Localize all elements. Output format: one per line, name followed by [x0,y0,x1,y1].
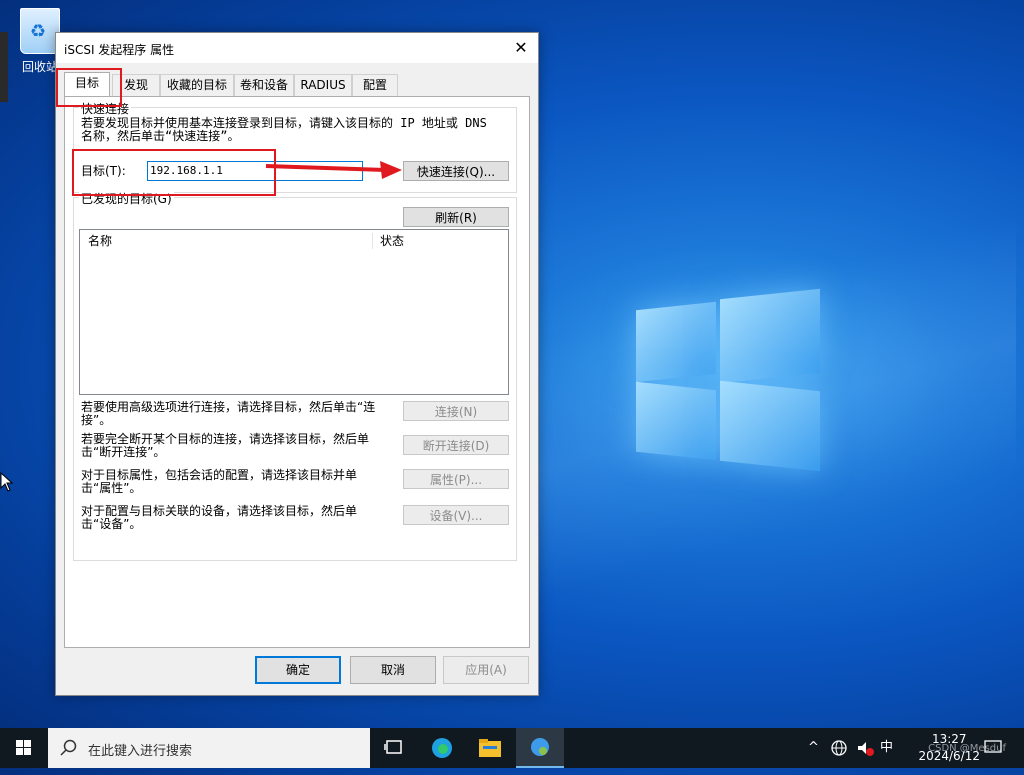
devices-description: 对于配置与目标关联的设备，请选择该目标，然后单击“设备”。 [81,504,358,531]
taskbar-search-box[interactable]: 在此键入进行搜索 [48,728,370,768]
ok-button[interactable]: 确定 [255,656,341,684]
ime-indicator[interactable]: 中 [880,728,893,768]
mouse-cursor-icon [0,472,14,492]
file-explorer-icon[interactable] [466,728,514,768]
refresh-button[interactable]: 刷新(R) [403,207,509,227]
tab-configuration[interactable]: 配置 [352,74,398,96]
search-icon [60,739,77,756]
background-window-edge [0,32,8,102]
connect-button[interactable]: 连接(N) [403,401,509,421]
iscsi-initiator-taskbar-icon[interactable] [516,728,564,768]
annotation-box-targets-tab [56,68,122,107]
annotation-arrow [265,161,402,179]
windows-start-icon [16,740,31,755]
iscsi-initiator-properties-dialog: iSCSI 发起程序 属性 ✕ 目标 发现 收藏的目标 卷和设备 RADIUS … [55,32,539,696]
apply-button[interactable]: 应用(A) [443,656,529,684]
start-button[interactable] [0,728,48,768]
properties-description: 对于目标属性，包括会话的配置，请选择该目标并单击“属性”。 [81,468,358,495]
search-placeholder: 在此键入进行搜索 [88,744,193,759]
tab-radius[interactable]: RADIUS [294,74,352,96]
task-view-icon[interactable] [370,728,418,768]
connect-description: 若要使用高级选项进行连接，请选择目标，然后单击“连接”。 [81,400,376,427]
discovered-targets-list[interactable]: 名称 状态 [79,229,509,395]
edge-browser-icon[interactable] [418,728,466,768]
recycle-bin-icon: ♻ [20,8,60,54]
properties-button[interactable]: 属性(P)... [403,469,509,489]
taskbar: 在此键入进行搜索 ^ 中 13:27 2024/6/12 CSDN @Mesdu… [0,728,1024,768]
notification-center-icon[interactable] [984,728,1002,768]
annotation-box-target-input [72,149,276,196]
tab-favorite-targets[interactable]: 收藏的目标 [160,74,234,96]
close-icon[interactable]: ✕ [504,33,538,63]
quick-connect-button[interactable]: 快速连接(Q)... [403,161,509,181]
devices-button[interactable]: 设备(V)... [403,505,509,525]
network-icon[interactable] [830,728,848,768]
quick-connect-description: 若要发现目标并使用基本连接登录到目标，请键入该目标的 IP 地址或 DNS 名称… [81,116,487,143]
column-header-name[interactable]: 名称 [88,230,112,252]
show-hidden-icons[interactable]: ^ [808,728,819,768]
column-divider [372,233,373,249]
tab-volumes-devices[interactable]: 卷和设备 [234,74,294,96]
dialog-titlebar[interactable]: iSCSI 发起程序 属性 ✕ [56,33,538,63]
disconnect-button[interactable]: 断开连接(D) [403,435,509,455]
dialog-title: iSCSI 发起程序 属性 [64,43,175,57]
column-header-status[interactable]: 状态 [380,230,404,252]
windows-logo-wallpaper [636,288,822,472]
disconnect-description: 若要完全断开某个目标的连接，请选择该目标，然后单击“断开连接”。 [81,432,370,459]
volume-muted-icon[interactable] [856,728,874,768]
cancel-button[interactable]: 取消 [350,656,436,684]
